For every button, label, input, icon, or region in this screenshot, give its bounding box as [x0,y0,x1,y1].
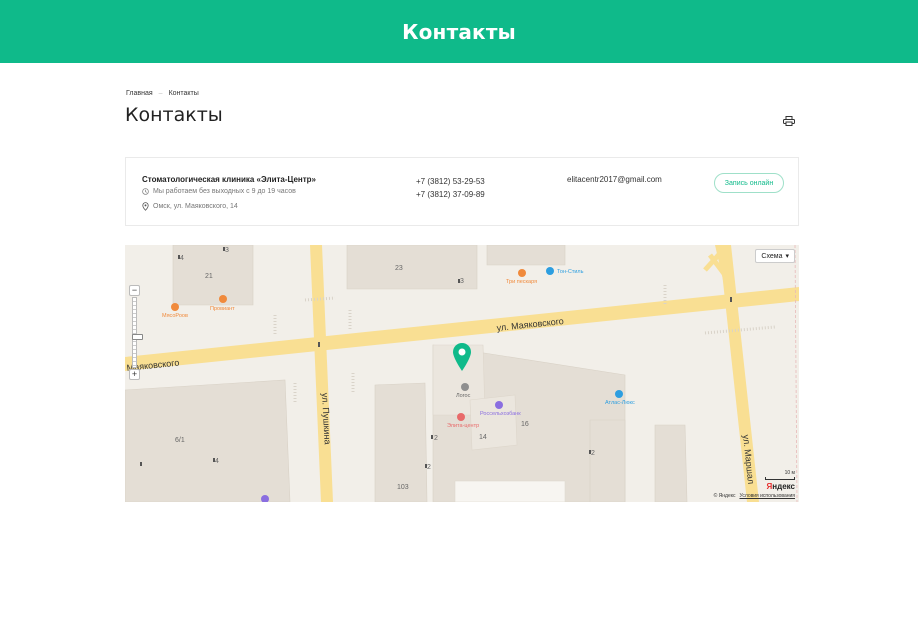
breadcrumb-current: Контакты [168,90,199,97]
banner-title: Контакты [402,19,516,44]
location-pin-icon [142,202,149,211]
building-number: 2 [591,450,595,457]
breadcrumb-separator: – [158,90,163,97]
phone-list: +7 (3812) 53-29-53 +7 (3812) 37-09-89 [416,175,485,201]
map-scale-label: 10 м [784,470,795,476]
poi-proviant-label: Провиант [210,306,235,312]
map-building [125,379,291,502]
contact-card: Стоматологическая клиника «Элита-Центр» … [125,157,799,226]
poi-atlas-lyuks-label: Атлас-Люкс [605,400,635,406]
map-scale: 10 м [765,470,795,480]
map-zoom-control: − + [129,285,143,381]
working-hours-text: Мы работаем без выходных с 9 до 19 часов [153,188,296,195]
map-courtyard [454,480,566,502]
building-number: 3 [225,247,229,254]
map-entrance-marker [431,435,433,439]
map-building [486,245,566,266]
page-banner: Контакты [0,0,918,63]
map-building [346,245,478,290]
map-layer-select[interactable]: Схема ▾ [755,249,795,263]
poi-elita-centr-icon [457,413,465,421]
poi-tri-peskarya-label: Три пескаря [506,279,537,285]
poi-rosselkhozbank-label: Россельхозбанк [480,411,521,417]
breadcrumb: Главная – Контакты [126,90,199,97]
map-entrance-marker [213,458,215,462]
yandex-map[interactable]: ул. Маяковского Маяковского ул. Пушкина … [125,245,799,502]
building-number: 3 [460,278,464,285]
map-copyright-text: © Яндекс [713,493,736,499]
map-terms-link[interactable]: Условия использования [740,493,796,499]
map-entrance-marker [223,247,225,251]
zoom-out-button[interactable]: − [129,285,140,296]
phone-link[interactable]: +7 (3812) 53-29-53 [416,175,485,188]
map-scale-bar [765,477,795,480]
building-number: 2 [427,464,431,471]
breadcrumb-home-link[interactable]: Главная [126,90,153,97]
building-number: 2 [434,435,438,442]
building-number: 14 [479,434,487,441]
poi-myasoroob-icon [171,303,179,311]
chevron-down-icon: ▾ [785,253,789,260]
map-layer-label: Схема [761,252,783,260]
clinic-name: Стоматологическая клиника «Элита-Центр» [142,175,317,184]
yandex-logo[interactable]: Яндекс [767,482,795,491]
book-online-button[interactable]: Запись онлайн [714,173,784,193]
map-canvas[interactable]: ул. Маяковского Маяковского ул. Пушкина … [125,245,799,502]
email-link[interactable]: elitacentr2017@gmail.com [567,175,662,184]
building-number: 6/1 [175,437,185,444]
building-number: 4 [215,458,219,465]
building-number: 4 [180,255,184,262]
zoom-slider-thumb[interactable] [132,334,143,340]
poi-logos-label: Логос [456,393,471,399]
map-building [172,245,254,306]
map-copyright: © Яндекс Условия использования [714,493,795,499]
map-entrance-marker [178,255,180,259]
phone-link[interactable]: +7 (3812) 37-09-89 [416,188,485,201]
building-number: 103 [397,484,409,491]
zoom-slider[interactable] [132,297,143,368]
poi-logos-icon [461,383,469,391]
map-entrance-marker [425,464,427,468]
map-entrance-marker [589,450,591,454]
poi-myasoroob-label: МясоРоов [162,313,188,319]
clock-icon [142,188,149,195]
map-entrance-marker [318,342,320,347]
poi-tri-peskarya-icon [518,269,526,277]
zoom-in-button[interactable]: + [129,369,140,380]
building-number: 23 [395,265,403,272]
page-title: Контакты [125,104,223,126]
working-hours: Мы работаем без выходных с 9 до 19 часов [142,188,296,195]
clinic-address-text: Омск, ул. Маяковского, 14 [153,203,238,210]
building-number: 21 [205,273,213,280]
map-building [654,424,688,502]
map-entrance-marker [140,462,142,466]
print-icon[interactable] [783,113,795,126]
map-entrance-marker [730,297,732,302]
map-entrance-marker [458,279,460,283]
poi-elita-centr-label: Элита-центр [447,423,479,429]
map-building [589,419,626,502]
poi-ton-stil-label: Тон-Стиль [557,269,584,275]
poi-rosselkhozbank-icon [495,401,503,409]
poi-proviant-icon [219,295,227,303]
poi-atlas-lyuks-icon [615,390,623,398]
building-number: 16 [521,421,529,428]
poi-ton-stil-icon [546,267,554,275]
clinic-address: Омск, ул. Маяковского, 14 [142,202,238,211]
